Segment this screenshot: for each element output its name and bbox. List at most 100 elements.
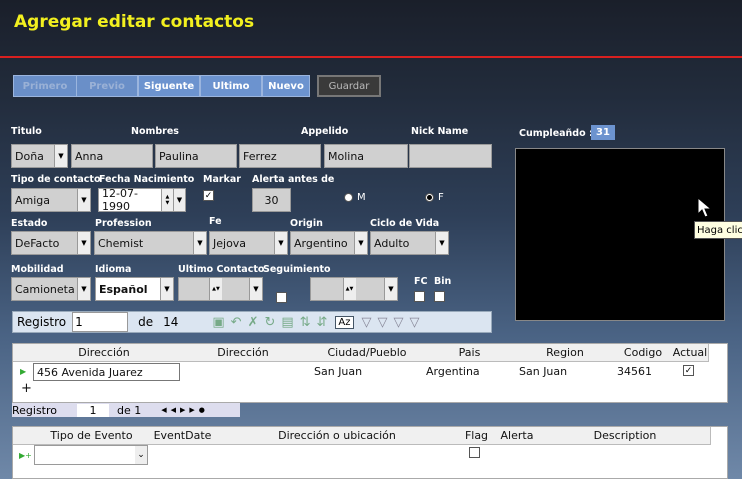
record-navigator: Registro 1 de 14 ▣↶✗↻▤⇅⇵ Az ▽▽▽▽ [12,311,492,333]
spin-icon[interactable]: ▲▼ [160,189,173,211]
idioma-select[interactable]: Español ▼ [95,277,174,301]
photo-tooltip: Haga clic [694,221,742,239]
chevron-down-icon[interactable]: ▼ [77,278,90,300]
grid-corner [13,427,34,445]
siguente-button[interactable]: Siguente [138,75,200,97]
nombre3-field[interactable]: Ferrez [239,144,321,168]
codigo-cell[interactable]: 34561 [614,363,652,379]
titulo-select[interactable]: Doña ▼ [11,144,68,168]
col-ciudad[interactable]: Ciudad/Pueblo [311,344,424,362]
col-tipo-evento[interactable]: Tipo de Evento [33,427,151,445]
chevron-down-icon[interactable]: ▼ [54,145,67,167]
ultimo-contacto-label: Ultimo Contacto [178,264,265,275]
origin-value: Argentino [294,236,348,250]
chevron-down-icon[interactable]: ▼ [160,278,173,300]
grid-corner [13,344,34,362]
address-nav-input[interactable]: 1 [77,403,110,417]
f-label: F [438,192,444,203]
event-grid: Tipo de Evento EventDate Dirección o ubi… [12,426,728,479]
col-direccion-ubicacion[interactable]: Dirección o ubicación [215,427,460,445]
ciclo-select[interactable]: Adulto ▼ [370,231,449,255]
address-grid: Dirección Dirección Ciudad/Pueblo Pais R… [12,343,728,403]
profession-select[interactable]: Chemist ▼ [94,231,207,255]
spin-icon[interactable]: ▲▼ [342,278,356,300]
tipo-evento-select[interactable]: ⌄ [34,445,148,465]
m-radio[interactable] [344,193,353,202]
col-description[interactable]: Description [540,427,711,445]
new-row-pointer-icon: ▶+ [19,450,32,460]
col-direccion2[interactable]: Dirección [175,344,312,362]
origin-select[interactable]: Argentino ▼ [290,231,368,255]
primero-button[interactable]: Primero [13,75,77,97]
markar-checkbox[interactable]: ✓ [203,190,214,201]
bin-checkbox[interactable] [434,291,445,302]
seguimiento-date-field[interactable]: ▲▼ ▼ [310,277,398,301]
appelido-label: Appelido [301,126,349,137]
nav-arrows-icon[interactable]: ◀◀▶▶● [161,406,209,414]
col-actual[interactable]: Actual [672,344,709,362]
ciudad-cell[interactable]: San Juan [311,363,362,379]
filter-icons[interactable]: ▽▽▽▽ [362,315,426,330]
nick-label: Nick Name [411,126,469,137]
col-flag[interactable]: Flag [459,427,495,445]
alerta-field[interactable]: 30 [252,188,291,212]
col-region[interactable]: Region [516,344,615,362]
col-direccion1[interactable]: Dirección [33,344,176,362]
chevron-down-icon[interactable]: ▼ [435,232,448,254]
movilidad-select[interactable]: Camioneta ▼ [11,277,91,301]
fc-checkbox[interactable] [414,291,425,302]
fecha-label: Fecha Nacimiento [99,174,195,185]
address-cell[interactable]: 456 Avenida Juarez [33,363,180,381]
alerta-label: Alerta antes de [252,174,335,185]
ultimo-button[interactable]: Ultimo [200,75,262,97]
pais-cell[interactable]: Argentina [423,363,480,379]
fecha-field[interactable]: 12-07-1990 ▲ ▼ ▼ [98,187,186,213]
chevron-down-icon[interactable]: ▼ [274,232,287,254]
chevron-down-icon[interactable]: ▼ [77,189,90,211]
cumple-value: 31 [591,125,615,140]
col-codigo[interactable]: Codigo [614,344,673,362]
address-nav-label: Registro [12,403,58,417]
chevron-down-icon[interactable]: ▼ [354,232,367,254]
flag-checkbox[interactable] [469,447,480,458]
chevron-down-icon[interactable]: ▼ [384,278,397,300]
toolbar-icons[interactable]: ▣↶✗↻▤⇅⇵ [212,315,333,330]
col-pais[interactable]: Pais [423,344,517,362]
nombres-label: Nombres [131,126,179,137]
sort-az-icon[interactable]: Az [335,315,354,329]
mouse-cursor-icon [697,196,713,222]
col-alerta[interactable]: Alerta [494,427,541,445]
chevron-down-icon[interactable]: ▼ [193,232,206,254]
address-nav-of: de 1 [117,403,142,417]
tipo-value: Amiga [15,193,51,207]
fe-label: Fe [209,216,222,227]
chevron-down-icon[interactable]: ▼ [249,278,262,300]
titulo-value: Doña [15,149,44,163]
chevron-down-icon[interactable]: ▼ [172,189,185,211]
estado-select[interactable]: DeFacto ▼ [11,231,91,255]
record-input[interactable]: 1 [72,312,129,332]
fe-select[interactable]: Jejova ▼ [209,231,288,255]
chevron-down-icon[interactable]: ▼ [77,232,90,254]
previo-button[interactable]: Previo [76,75,138,97]
nombre1-field[interactable]: Anna [71,144,153,168]
f-radio[interactable] [425,193,434,202]
profession-label: Profession [95,218,152,229]
appelido-field[interactable]: Molina [324,144,408,168]
new-row-icon[interactable]: + [18,380,32,396]
nuevo-button[interactable]: Nuevo [262,75,310,97]
tipo-label: Tipo de contacto [11,174,101,185]
spin-icon[interactable]: ▲▼ [209,278,222,300]
region-cell[interactable]: San Juan [516,363,567,379]
nick-field[interactable] [409,144,492,168]
tipo-select[interactable]: Amiga ▼ [11,188,91,212]
ultimo-contacto-field[interactable]: ▲▼ ▼ [178,277,263,301]
seguimiento-checkbox[interactable] [276,292,287,303]
chevron-down-icon[interactable]: ⌄ [135,446,147,464]
address-grid-nav: Registro 1 de 1 ◀◀▶▶● [12,403,240,417]
col-eventdate[interactable]: EventDate [150,427,216,445]
nombre2-field[interactable]: Paulina [155,144,237,168]
titulo-label: Titulo [11,126,42,137]
actual-checkbox[interactable]: ✓ [683,365,694,376]
guardar-button[interactable]: Guardar [317,75,381,97]
